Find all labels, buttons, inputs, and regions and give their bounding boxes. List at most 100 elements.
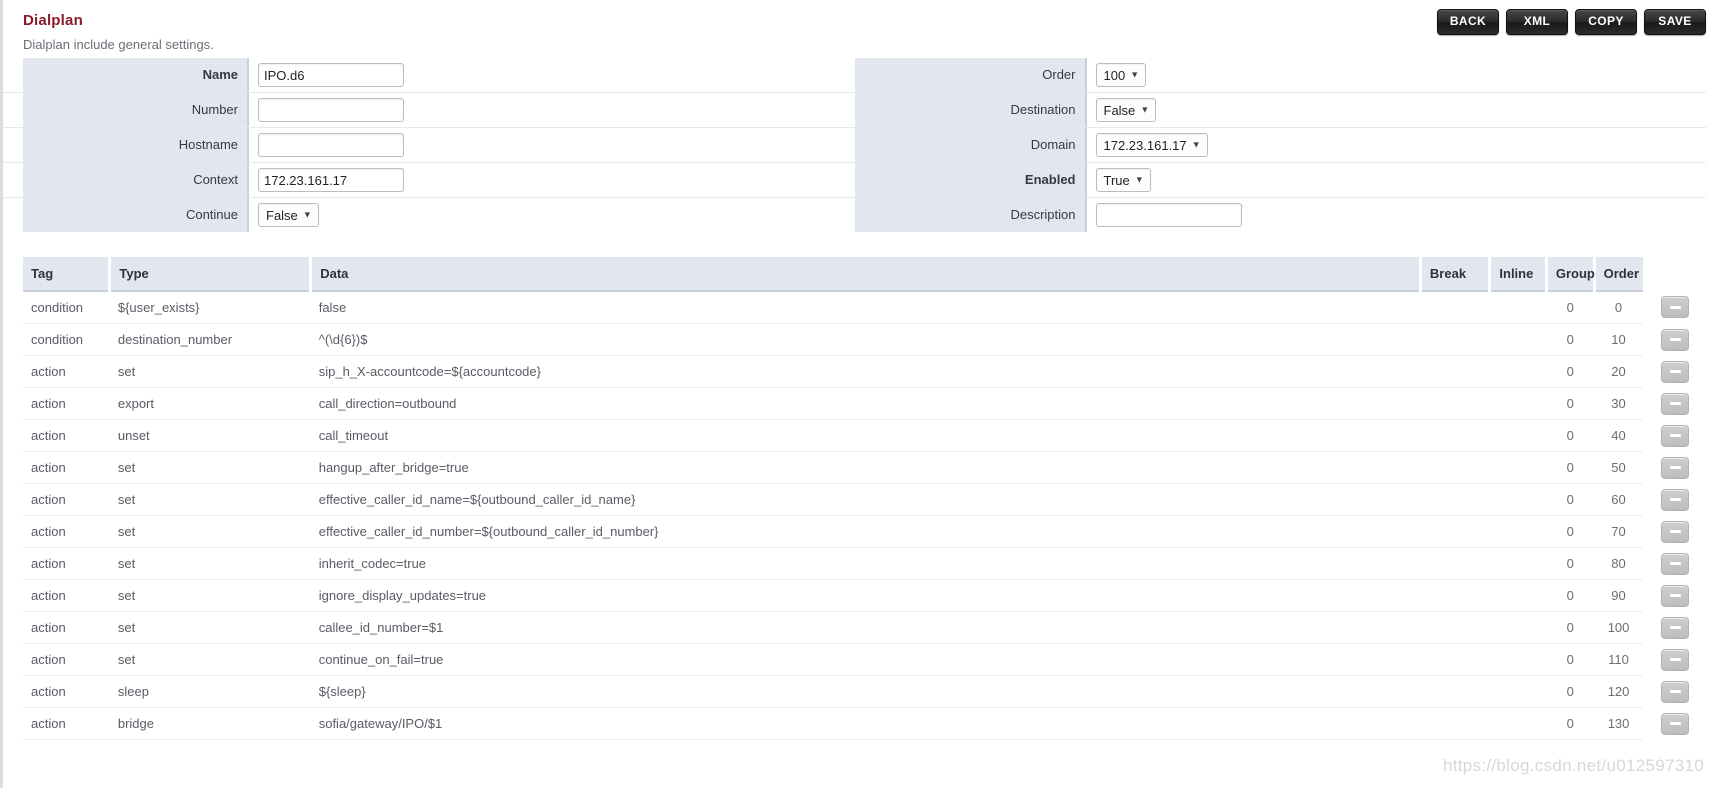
col-header-actions: [1643, 257, 1706, 291]
cell-group: 0: [1546, 451, 1595, 484]
cell-data: callee_id_number=$1: [310, 611, 1421, 644]
table-row[interactable]: action set ignore_display_updates=true 0 90: [23, 579, 1706, 612]
description-input[interactable]: [1095, 203, 1242, 227]
cell-actions: [1643, 644, 1706, 676]
col-header-order[interactable]: Order: [1594, 257, 1643, 292]
value-domain: 172.23.161.17 ▼: [1087, 128, 1707, 162]
cell-inline: [1489, 611, 1547, 644]
chevron-down-icon: ▼: [1140, 104, 1150, 115]
remove-row-minus-icon[interactable]: [1661, 552, 1690, 575]
label-hostname: Hostname: [23, 128, 249, 162]
cell-type: bridge: [109, 707, 311, 740]
table-row[interactable]: action export call_direction=outbound 0 30: [23, 387, 1706, 420]
cell-data: ${sleep}: [310, 675, 1421, 708]
table-row[interactable]: action set continue_on_fail=true 0 110: [23, 643, 1706, 676]
copy-button[interactable]: COPY: [1575, 9, 1637, 35]
chevron-down-icon: ▼: [1134, 174, 1144, 185]
cell-order: 90: [1594, 579, 1643, 612]
remove-row-minus-icon[interactable]: [1661, 648, 1690, 671]
table-row[interactable]: action set hangup_after_bridge=true 0 50: [23, 451, 1706, 484]
table-header-row: Tag Type Data Break Inline Group Order: [23, 257, 1706, 292]
xml-button[interactable]: XML: [1506, 9, 1568, 35]
cell-break: [1420, 515, 1490, 548]
cell-break: [1420, 355, 1490, 388]
destination-select[interactable]: False ▼: [1095, 98, 1157, 122]
remove-row-minus-icon[interactable]: [1661, 616, 1690, 639]
remove-row-minus-icon[interactable]: [1661, 392, 1690, 415]
cell-group: 0: [1546, 707, 1595, 740]
cell-type: set: [109, 643, 311, 676]
hostname-input[interactable]: [258, 133, 404, 157]
context-input[interactable]: [258, 168, 404, 192]
col-header-inline[interactable]: Inline: [1489, 257, 1548, 292]
remove-row-minus-icon[interactable]: [1661, 296, 1690, 319]
cell-type: set: [109, 611, 311, 644]
col-header-tag[interactable]: Tag: [23, 257, 112, 292]
cell-inline: [1489, 483, 1547, 516]
remove-row-minus-icon[interactable]: [1661, 456, 1690, 479]
cell-actions: [1643, 324, 1706, 356]
remove-row-minus-icon[interactable]: [1661, 488, 1690, 511]
table-row[interactable]: action set inherit_codec=true 0 80: [23, 547, 1706, 580]
cell-group: 0: [1546, 291, 1595, 324]
save-button[interactable]: SAVE: [1644, 9, 1706, 35]
col-header-break[interactable]: Break: [1420, 257, 1492, 292]
form-field-continue: Continue False ▼: [3, 198, 855, 233]
cell-type: set: [109, 355, 311, 388]
cell-data: ignore_display_updates=true: [310, 579, 1421, 612]
cell-order: 20: [1594, 355, 1643, 388]
cell-group: 0: [1546, 643, 1595, 676]
domain-select[interactable]: 172.23.161.17 ▼: [1095, 133, 1208, 157]
form-row: Continue False ▼ Description: [3, 198, 1706, 233]
cell-break: [1420, 387, 1490, 420]
table-body: condition ${user_exists} false 0 0 condition d…: [23, 291, 1706, 740]
table-row[interactable]: action unset call_timeout 0 40: [23, 419, 1706, 452]
cell-order: 120: [1594, 675, 1643, 708]
cell-break: [1420, 419, 1490, 452]
back-button[interactable]: BACK: [1437, 9, 1499, 35]
enabled-select[interactable]: True ▼: [1095, 168, 1151, 192]
order-select-value: 100: [1103, 67, 1126, 83]
table-row[interactable]: condition destination_number ^(\d{6})$ 0 10: [23, 323, 1706, 356]
form-field-enabled: Enabled True ▼: [854, 163, 1707, 197]
minus-bar: [1669, 562, 1681, 565]
order-select[interactable]: 100 ▼: [1095, 63, 1147, 87]
cell-data: call_timeout: [310, 419, 1421, 452]
cell-order: 60: [1594, 483, 1643, 516]
cell-data: continue_on_fail=true: [310, 643, 1421, 676]
cell-actions: [1643, 452, 1706, 484]
cell-break: [1420, 707, 1490, 740]
col-header-group[interactable]: Group: [1546, 257, 1596, 292]
remove-row-minus-icon[interactable]: [1661, 424, 1690, 447]
table-row[interactable]: action set callee_id_number=$1 0 100: [23, 611, 1706, 644]
remove-row-minus-icon[interactable]: [1661, 680, 1690, 703]
form-field-domain: Domain 172.23.161.17 ▼: [854, 128, 1707, 162]
cell-tag: action: [23, 483, 110, 516]
continue-select[interactable]: False ▼: [258, 203, 319, 227]
table-row[interactable]: action sleep ${sleep} 0 120: [23, 675, 1706, 708]
col-header-type[interactable]: Type: [109, 257, 313, 292]
cell-type: destination_number: [109, 323, 311, 356]
cell-data: sip_h_X-accountcode=${accountcode}: [310, 355, 1421, 388]
table-row[interactable]: action set sip_h_X-accountcode=${accountco…: [23, 355, 1706, 388]
cell-data: hangup_after_bridge=true: [310, 451, 1421, 484]
cell-tag: action: [23, 643, 110, 676]
label-destination: Destination: [854, 93, 1087, 127]
remove-row-minus-icon[interactable]: [1661, 520, 1690, 543]
label-context: Context: [23, 163, 249, 197]
col-header-data[interactable]: Data: [310, 257, 1422, 292]
table-row[interactable]: action bridge sofia/gateway/IPO/$1 0 130: [23, 707, 1706, 740]
remove-row-minus-icon[interactable]: [1661, 584, 1690, 607]
remove-row-minus-icon[interactable]: [1661, 712, 1690, 735]
cell-break: [1420, 643, 1490, 676]
name-input[interactable]: [258, 63, 404, 87]
remove-row-minus-icon[interactable]: [1661, 328, 1690, 351]
table-row[interactable]: action set effective_caller_id_number=${ou…: [23, 515, 1706, 548]
cell-inline: [1489, 579, 1547, 612]
value-continue: False ▼: [249, 198, 855, 232]
table-row[interactable]: action set effective_caller_id_name=${outb…: [23, 483, 1706, 516]
remove-row-minus-icon[interactable]: [1661, 360, 1690, 383]
number-input[interactable]: [258, 98, 404, 122]
cell-break: [1420, 291, 1490, 324]
table-row[interactable]: condition ${user_exists} false 0 0: [23, 291, 1706, 324]
